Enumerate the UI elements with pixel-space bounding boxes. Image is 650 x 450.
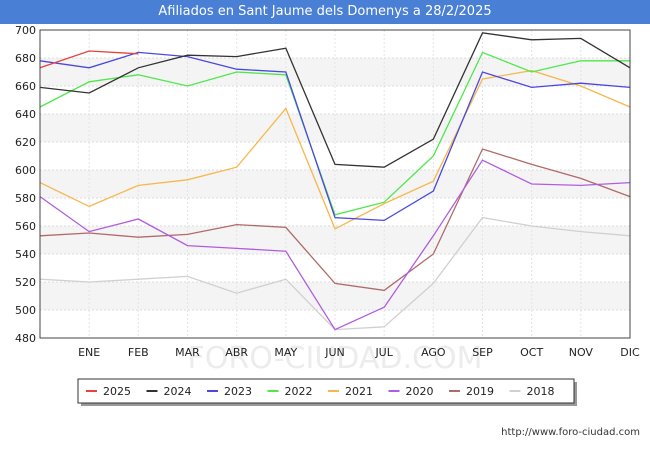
source-link[interactable]: http://www.foro-ciudad.com: [501, 427, 640, 438]
x-tick-label: NOV: [569, 346, 594, 359]
line-chart: FORO-CIUDAD.COM 480500520540560580600620…: [15, 24, 640, 406]
y-tick-label: 680: [15, 52, 36, 65]
x-tick-label: JUN: [324, 346, 345, 359]
x-tick-label: MAY: [274, 346, 297, 359]
y-tick-label: 520: [15, 276, 36, 289]
y-tick-label: 640: [15, 108, 36, 121]
legend-label: 2025: [103, 385, 131, 398]
y-tick-label: 620: [15, 136, 36, 149]
legend-label: 2024: [164, 385, 192, 398]
x-tick-label: MAR: [175, 346, 200, 359]
legend-label: 2020: [406, 385, 434, 398]
y-tick-label: 600: [15, 164, 36, 177]
x-tick-label: DIC: [620, 346, 640, 359]
legend-label: 2021: [345, 385, 373, 398]
legend-label: 2022: [285, 385, 313, 398]
y-tick-label: 560: [15, 220, 36, 233]
y-tick-label: 500: [15, 304, 36, 317]
x-tick-label: SEP: [472, 346, 493, 359]
x-tick-label: OCT: [520, 346, 543, 359]
legend-label: 2023: [224, 385, 252, 398]
x-tick-label: AGO: [421, 346, 446, 359]
y-tick-label: 540: [15, 248, 36, 261]
legend-label: 2018: [527, 385, 555, 398]
legend-label: 2019: [466, 385, 494, 398]
y-tick-label: 580: [15, 192, 36, 205]
y-tick-label: 480: [15, 332, 36, 345]
x-tick-label: ENE: [78, 346, 100, 359]
y-tick-label: 700: [15, 24, 36, 37]
x-tick-label: JUL: [374, 346, 393, 359]
x-tick-label: FEB: [128, 346, 149, 359]
y-tick-label: 660: [15, 80, 36, 93]
x-tick-label: ABR: [225, 346, 248, 359]
